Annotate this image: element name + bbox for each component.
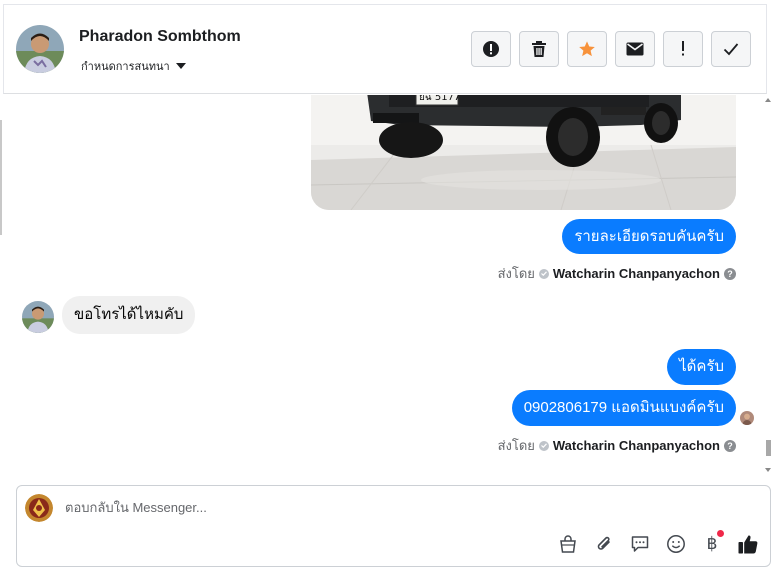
- envelope-icon: [626, 42, 644, 56]
- mark-unread-button[interactable]: [615, 31, 655, 67]
- sent-by-prefix: ส่งโดย: [497, 266, 535, 281]
- left-panel-edge: [0, 120, 2, 235]
- like-button[interactable]: [736, 532, 760, 556]
- sent-by-agent[interactable]: Watcharin Chanpanyachon: [553, 438, 720, 453]
- saved-reply-icon: [631, 536, 649, 552]
- help-icon[interactable]: ?: [724, 267, 736, 280]
- alert-circle-icon: [483, 41, 499, 57]
- delete-button[interactable]: [519, 31, 559, 67]
- checkmark-icon: [723, 43, 739, 56]
- assign-conversation-label: กำหนดการสนทนา: [81, 61, 170, 73]
- contact-avatar-small[interactable]: [22, 301, 54, 333]
- star-button[interactable]: [567, 31, 607, 67]
- bag-icon: [560, 535, 576, 553]
- sent-check-icon: [538, 268, 549, 279]
- mark-spam-button[interactable]: [471, 31, 511, 67]
- scroll-up-arrow[interactable]: [765, 98, 771, 102]
- thumbs-up-icon: [738, 535, 758, 554]
- outgoing-message[interactable]: ได้ครับ: [667, 349, 736, 385]
- reply-composer: ฿: [16, 485, 771, 567]
- trash-icon: [532, 41, 546, 57]
- composer-tools: ฿: [556, 530, 760, 556]
- scroll-down-arrow[interactable]: [765, 468, 771, 472]
- sent-by-label: ส่งโดย Watcharin Chanpanyachon ?: [498, 435, 736, 456]
- scrollbar-thumb[interactable]: [766, 440, 771, 456]
- payment-button[interactable]: ฿: [700, 530, 724, 556]
- saved-replies-button[interactable]: [628, 532, 652, 556]
- sent-by-agent[interactable]: Watcharin Chanpanyachon: [553, 266, 720, 281]
- exclamation-icon: [682, 41, 684, 56]
- paperclip-icon: [597, 536, 610, 550]
- caret-down-icon: [175, 63, 186, 69]
- assign-conversation-dropdown[interactable]: กำหนดการสนทนา: [81, 57, 186, 75]
- attach-button[interactable]: [592, 532, 616, 556]
- star-icon: [579, 41, 595, 57]
- reply-input[interactable]: [65, 500, 665, 515]
- emoji-icon: [667, 535, 685, 553]
- shop-button[interactable]: [556, 532, 580, 556]
- sent-by-label: ส่งโดย Watcharin Chanpanyachon ?: [498, 263, 736, 284]
- page-avatar: [25, 494, 53, 522]
- seen-by-avatar: [740, 411, 754, 425]
- help-icon[interactable]: ?: [724, 439, 736, 452]
- outgoing-message[interactable]: 0902806179 แอดมินแบงค์ครับ: [511, 390, 736, 426]
- notification-dot: [717, 530, 724, 537]
- conversation-header: Pharadon Sombthom กำหนดการสนทนา: [3, 4, 767, 94]
- contact-avatar[interactable]: [16, 25, 64, 73]
- follow-up-button[interactable]: [663, 31, 703, 67]
- outgoing-message[interactable]: รายละเอียดรอบคันครับ: [562, 219, 736, 254]
- header-toolbar: [471, 31, 751, 67]
- mark-done-button[interactable]: [711, 31, 751, 67]
- message-thread: ยฉ 5177 รายละเอียดรอบคันครับ ส่งโดย Watc…: [0, 95, 766, 480]
- contact-name[interactable]: Pharadon Sombthom: [79, 28, 241, 46]
- license-plate: ยฉ 5177: [419, 95, 460, 103]
- incoming-message[interactable]: ขอโทรได้ไหมคับ: [62, 296, 196, 334]
- truck-photo[interactable]: ยฉ 5177: [311, 95, 736, 210]
- emoji-button[interactable]: [664, 532, 688, 556]
- baht-payment-icon: ฿: [706, 534, 718, 554]
- sent-check-icon: [538, 440, 549, 451]
- sent-by-prefix: ส่งโดย: [497, 438, 535, 453]
